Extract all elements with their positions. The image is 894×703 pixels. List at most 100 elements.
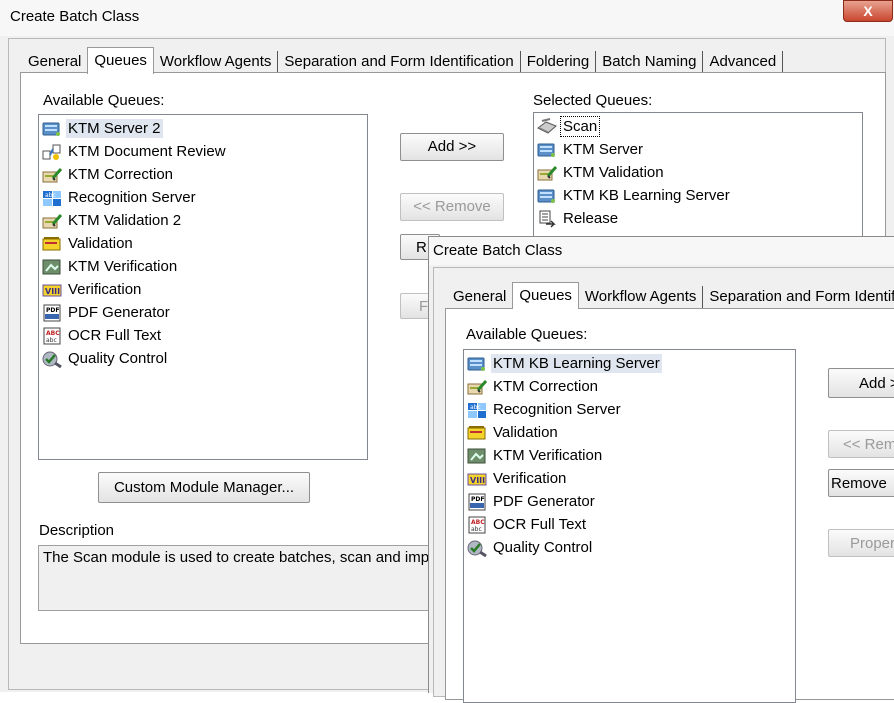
- front-available-list-item-label: Validation: [493, 424, 558, 441]
- selected-queues-label: Selected Queues:: [533, 92, 653, 109]
- available-list-item[interactable]: KTM Correction: [39, 163, 367, 186]
- close-button[interactable]: X: [843, 0, 893, 22]
- front-available-list-item[interactable]: Quality Control: [464, 536, 795, 559]
- server-icon: [41, 120, 63, 138]
- properties-button-label: F: [419, 298, 429, 315]
- description-text: The Scan module is used to create batche…: [43, 549, 438, 566]
- front-title-bar: Create Batch Class: [429, 237, 894, 265]
- available-queues-label: Available Queues:: [43, 92, 165, 109]
- front-available-list-item-label: KTM KB Learning Server: [491, 354, 662, 373]
- front-available-list-item[interactable]: ABC abc OCR Full Text: [464, 513, 795, 536]
- svg-text:VIII: VIII: [470, 476, 485, 485]
- pdf-icon: PDF: [466, 493, 488, 511]
- front-available-queues-label: Available Queues:: [466, 326, 588, 343]
- document-review-icon: [41, 143, 63, 161]
- back-title-bar: Create Batch Class X: [0, 0, 894, 36]
- svg-text:PDF: PDF: [471, 496, 484, 503]
- available-queues-list[interactable]: KTM Server 2 KTM Document Review KTM Corre…: [38, 114, 368, 460]
- verification-icon: VIII: [466, 470, 488, 488]
- available-list-item-label: Verification: [68, 281, 142, 298]
- selected-list-item-label: Release: [563, 210, 619, 227]
- available-list-item[interactable]: KTM Verification: [39, 255, 367, 278]
- description-box: The Scan module is used to create batche…: [38, 545, 438, 611]
- svg-text:VIII: VIII: [45, 287, 60, 296]
- front-available-list-item-label: Verification: [493, 470, 567, 487]
- pdf-icon: PDF: [41, 304, 63, 322]
- ocr-icon: ABC abc: [41, 327, 63, 345]
- tab-separation-and-form-identification[interactable]: Separation and Form Identification: [278, 51, 521, 73]
- server-icon: [536, 187, 558, 205]
- available-list-item[interactable]: ABC abc OCR Full Text: [39, 324, 367, 347]
- available-list-item[interactable]: abc Recognition Server: [39, 186, 367, 209]
- available-list-item-label: PDF Generator: [68, 304, 170, 321]
- tab-foldering[interactable]: Foldering: [521, 51, 597, 73]
- selected-list-item-label: Scan: [559, 116, 601, 137]
- available-list-item-label: KTM Verification: [68, 258, 178, 275]
- selected-list-item-label: KTM Server: [563, 141, 644, 158]
- remove-button[interactable]: << Remove: [400, 193, 504, 221]
- available-list-item[interactable]: PDF PDF Generator: [39, 301, 367, 324]
- front-available-list-item[interactable]: PDF PDF Generator: [464, 490, 795, 513]
- selected-list-item[interactable]: Release: [534, 207, 862, 230]
- svg-text:abc: abc: [46, 337, 57, 344]
- front-dialog-title: Create Batch Class: [433, 242, 563, 259]
- front-tab-queues[interactable]: Queues: [512, 282, 579, 309]
- front-available-list-item-label: KTM Verification: [493, 447, 603, 464]
- verification-image-icon: [466, 447, 488, 465]
- add-button[interactable]: Add >>: [400, 133, 504, 161]
- front-remove-all-button[interactable]: Remove: [828, 469, 894, 497]
- front-available-list-item-label: OCR Full Text: [493, 516, 587, 533]
- back-tab-strip: General Queues Workflow Agents Separation a…: [22, 47, 784, 74]
- available-list-item[interactable]: VIII Verification: [39, 278, 367, 301]
- tab-general[interactable]: General: [22, 51, 87, 73]
- available-list-item-label: OCR Full Text: [68, 327, 162, 344]
- selected-list-item[interactable]: KTM Validation: [534, 161, 862, 184]
- front-remove-button[interactable]: << Rem: [828, 430, 894, 458]
- front-tab-strip: General Queues Workflow Agents Separation a…: [447, 282, 894, 309]
- selected-queues-list[interactable]: Scan KTM Server KTM Validation KTM KB Learn…: [533, 112, 863, 256]
- front-add-button[interactable]: Add >: [828, 368, 894, 398]
- tab-queues[interactable]: Queues: [87, 47, 154, 74]
- verification-image-icon: [41, 258, 63, 276]
- custom-module-manager-button[interactable]: Custom Module Manager...: [98, 472, 310, 503]
- available-list-item[interactable]: Quality Control: [39, 347, 367, 370]
- selected-list-item[interactable]: KTM Server: [534, 138, 862, 161]
- description-label: Description: [39, 522, 115, 539]
- available-list-item[interactable]: Validation: [39, 232, 367, 255]
- tab-batch-naming[interactable]: Batch Naming: [596, 51, 704, 73]
- available-list-item[interactable]: KTM Document Review: [39, 140, 367, 163]
- validation-icon: [466, 424, 488, 442]
- front-properties-button[interactable]: Propert: [828, 529, 894, 557]
- back-dialog-title: Create Batch Class: [10, 8, 140, 25]
- available-list-item[interactable]: KTM Server 2: [39, 117, 367, 140]
- server-icon: [536, 141, 558, 159]
- available-list-item[interactable]: KTM Validation 2: [39, 209, 367, 232]
- ocr-icon: ABC abc: [466, 516, 488, 534]
- svg-text:ABC: ABC: [46, 330, 60, 337]
- tab-advanced[interactable]: Advanced: [703, 51, 784, 73]
- front-available-list-item[interactable]: Validation: [464, 421, 795, 444]
- front-available-list-item[interactable]: KTM Correction: [464, 375, 795, 398]
- svg-text:abc: abc: [45, 192, 56, 199]
- svg-text:PDF: PDF: [46, 307, 59, 314]
- front-tab-general[interactable]: General: [447, 286, 512, 308]
- quality-control-icon: [466, 539, 488, 557]
- correction-icon: [536, 164, 558, 182]
- available-list-item-label: KTM Validation 2: [68, 212, 182, 229]
- front-available-list-item[interactable]: VIII Verification: [464, 467, 795, 490]
- front-available-list-item[interactable]: abc Recognition Server: [464, 398, 795, 421]
- front-tab-workflow-agents[interactable]: Workflow Agents: [579, 286, 704, 308]
- selected-list-item[interactable]: KTM KB Learning Server: [534, 184, 862, 207]
- front-available-list-item[interactable]: KTM Verification: [464, 444, 795, 467]
- front-available-list-item[interactable]: KTM KB Learning Server: [464, 352, 795, 375]
- recognition-icon: abc: [41, 189, 63, 207]
- scanner-icon: [536, 117, 558, 136]
- front-available-queues-list[interactable]: KTM KB Learning Server KTM Correction abc R…: [463, 349, 796, 703]
- front-tab-separation-and-form-identifi[interactable]: Separation and Form Identifi: [703, 286, 894, 308]
- tab-workflow-agents[interactable]: Workflow Agents: [154, 51, 279, 73]
- front-available-list-item-label: Quality Control: [493, 539, 593, 556]
- available-list-item-label: Validation: [68, 235, 133, 252]
- validation-icon: [41, 235, 63, 253]
- selected-list-item[interactable]: Scan: [534, 115, 862, 138]
- svg-text:ABC: ABC: [471, 519, 485, 526]
